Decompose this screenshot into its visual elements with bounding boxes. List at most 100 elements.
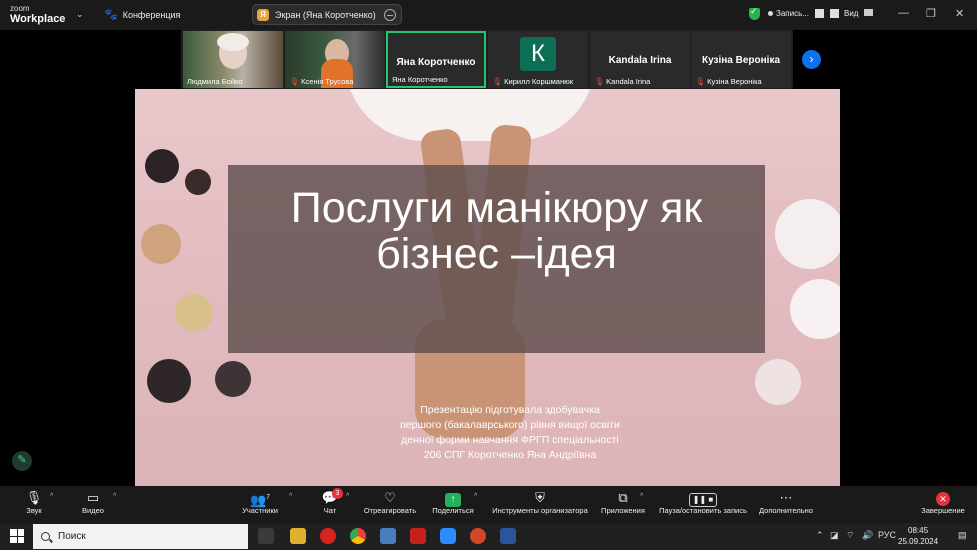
windows-start-icon[interactable] <box>10 529 24 543</box>
share-label: Поделиться <box>432 506 474 515</box>
taskbar-search-box[interactable]: Поиск <box>33 524 248 549</box>
language-indicator[interactable]: РУС <box>878 530 896 540</box>
chrome-icon[interactable] <box>350 528 366 544</box>
conference-info-button[interactable]: 🐾 Конференция <box>104 8 180 21</box>
windows-taskbar: Поиск ⌃ ◪ ⌔ 🔊 РУС 08:45 25.09.2024 ▤ <box>0 523 977 550</box>
clock-time: 08:45 <box>908 526 929 535</box>
conference-label: Конференция <box>122 9 181 20</box>
nail-polish-bottle <box>175 294 213 332</box>
participant-display-name: Кузіна Вероніка <box>701 55 781 66</box>
screen-share-label: Экран (Яна Коротченко) <box>275 9 376 20</box>
chevron-down-icon[interactable]: ⌄ <box>76 9 84 20</box>
nail-polish-bottle <box>147 359 191 403</box>
search-icon <box>41 532 50 541</box>
participant-tile[interactable]: Kandala Irina 🎙 Kandala Irina <box>590 31 690 88</box>
host-shield-icon: ⛨ <box>535 490 545 505</box>
notifications-icon[interactable]: ▤ <box>958 530 967 541</box>
more-dots-icon: ⋯ <box>779 490 793 505</box>
participant-display-name: Kandala Irina <box>608 55 672 66</box>
participant-avatar: К <box>520 37 556 71</box>
participant-tile[interactable]: 🎙 Ксенія Трусова <box>285 31 385 88</box>
opera-icon[interactable] <box>320 528 336 544</box>
nail-polish-bottle <box>215 361 251 397</box>
network-icon[interactable]: ⌔ <box>846 530 854 541</box>
tray-app-icon[interactable]: ◪ <box>830 530 839 541</box>
zoom-app-icon[interactable] <box>440 528 456 544</box>
shared-screen: Послуги манікюру як бізнес –ідея Презент… <box>135 89 840 486</box>
security-shield-icon[interactable] <box>749 6 760 20</box>
react-button[interactable]: ♡ Отреагировать <box>362 490 418 515</box>
view-menu-button[interactable]: Вид <box>844 9 873 18</box>
chat-options-caret[interactable]: ^ <box>346 493 349 500</box>
chat-button[interactable]: 💬 3 Чат <box>318 488 343 515</box>
more-button[interactable]: ⋯ Дополнительно <box>756 490 816 515</box>
subtitle-line: першого (бакалаврського) рівня вищої осв… <box>400 419 620 431</box>
recording-label: Запись... <box>776 9 809 18</box>
participants-options-caret[interactable]: ^ <box>289 493 292 500</box>
close-icon[interactable]: ✕ <box>955 7 964 20</box>
chat-label: Чат <box>323 506 337 515</box>
recording-indicator[interactable]: Запись... <box>768 9 839 18</box>
record-dot-icon <box>768 11 773 16</box>
search-placeholder: Поиск <box>58 531 86 542</box>
mic-muted-icon: 🎙 <box>492 77 503 86</box>
pause-stop-record-button[interactable]: ❚❚ ■ Пауза/остановить запись <box>656 490 750 515</box>
chat-unread-badge: 3 <box>332 488 343 499</box>
slide-subtitle: Презентацію підготувала здобувачка першо… <box>380 403 640 463</box>
participants-label: Участники <box>242 506 278 515</box>
minimize-icon[interactable]: — <box>898 7 909 19</box>
participants-button[interactable]: 👥7 Участники <box>238 490 282 515</box>
view-label: Вид <box>844 9 859 18</box>
mic-muted-icon: 🎙 <box>695 77 706 86</box>
participant-tile[interactable]: Кузіна Вероніка 🎙 Кузіна Вероніка <box>691 31 791 88</box>
participant-tile[interactable]: Яна Коротченко Яна Коротченко <box>386 31 486 88</box>
audio-button[interactable]: 🎙 Звук <box>22 490 46 515</box>
host-tools-button[interactable]: ⛨ Инструменты организатора <box>488 490 592 515</box>
annotate-pencil-icon[interactable]: ✎ <box>12 451 32 471</box>
restore-icon[interactable]: ❐ <box>926 7 936 20</box>
slide-title-box: Послуги манікюру як бізнес –ідея <box>228 165 765 353</box>
title-bar: zoom Workplace ⌄ 🐾 Конференция Я Экран (… <box>0 0 977 30</box>
task-view-icon[interactable] <box>258 528 274 544</box>
store-icon[interactable] <box>380 528 396 544</box>
taskbar-clock[interactable]: 08:45 25.09.2024 <box>898 525 938 547</box>
microphone-icon: 🎙 <box>25 490 43 505</box>
video-button[interactable]: ▭ Видео <box>78 490 108 515</box>
word-icon[interactable] <box>500 528 516 544</box>
participant-name: Людмила Бойко <box>187 77 243 86</box>
participant-tile[interactable]: К 🎙 Кирилл Коршманюк <box>488 31 588 88</box>
end-meeting-button[interactable]: ✕ Завершение <box>918 490 968 515</box>
stop-record-icon[interactable] <box>829 9 839 18</box>
video-label: Видео <box>82 506 104 515</box>
logo-line2: Workplace <box>10 13 66 25</box>
slide-title: Послуги манікюру як бізнес –ідея <box>290 184 703 278</box>
participant-name: 🎙 Ксенія Трусова <box>289 77 354 86</box>
file-explorer-icon[interactable] <box>290 528 306 544</box>
more-label: Дополнительно <box>759 506 813 515</box>
participant-tile[interactable]: Людмила Бойко <box>183 31 283 88</box>
share-button[interactable]: ↑ Поделиться <box>430 490 476 515</box>
pause-record-icon[interactable] <box>814 9 824 18</box>
volume-icon[interactable]: 🔊 <box>862 530 873 541</box>
zoom-logo[interactable]: zoom Workplace <box>10 4 66 25</box>
powerpoint-icon[interactable] <box>470 528 486 544</box>
mic-muted-icon: 🎙 <box>594 77 605 86</box>
share-options-caret[interactable]: ^ <box>474 493 477 500</box>
tray-chevron-icon[interactable]: ⌃ <box>816 530 824 541</box>
paw-icon: 🐾 <box>104 9 118 21</box>
video-options-caret[interactable]: ^ <box>113 493 116 500</box>
participants-icon: 👥7 <box>249 492 271 508</box>
subtitle-line: денної форми навчання ФРГП спеціальності <box>401 434 619 446</box>
screen-share-indicator[interactable]: Я Экран (Яна Коротченко) <box>252 4 402 25</box>
participant-name: 🎙 Kandala Irina <box>594 77 651 86</box>
host-tools-label: Инструменты организатора <box>492 506 588 515</box>
audio-options-caret[interactable]: ^ <box>50 493 53 500</box>
participant-strip: Людмила Бойко 🎙 Ксенія Трусова Яна Корот… <box>181 29 793 89</box>
participant-name: 🎙 Кирилл Коршманюк <box>492 77 574 86</box>
subtitle-line: 206 СПГ Коротченко Яна Андріївна <box>423 449 597 461</box>
next-page-button[interactable]: › <box>802 50 821 69</box>
acrobat-icon[interactable] <box>410 528 426 544</box>
apps-options-caret[interactable]: ^ <box>640 493 643 500</box>
end-icon: ✕ <box>918 490 968 506</box>
stop-view-icon[interactable] <box>384 9 396 21</box>
